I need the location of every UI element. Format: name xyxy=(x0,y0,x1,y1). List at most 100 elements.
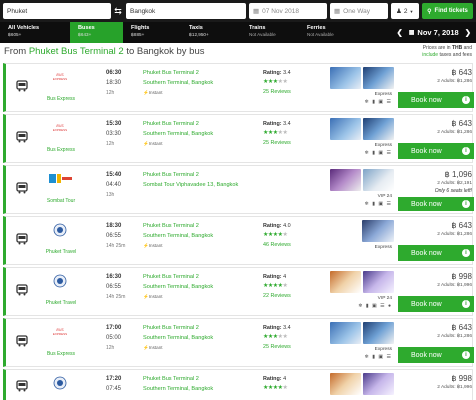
arrival-station-link[interactable]: Southern Terminal, Bangkok xyxy=(143,284,213,290)
instant-badge: ⚡Instant xyxy=(143,141,163,147)
arrival-time: 05:00 xyxy=(106,335,122,341)
duration: 12h xyxy=(106,90,115,96)
departure-station-link[interactable]: Phuket Bus Terminal 2 xyxy=(143,70,199,76)
departure-station-link[interactable]: Phuket Bus Terminal 2 xyxy=(143,172,199,178)
operator-name[interactable]: Bus Express xyxy=(44,96,78,102)
rating-value: 4.0 xyxy=(283,223,291,229)
bus-photo[interactable] xyxy=(363,322,394,344)
info-icon[interactable]: i xyxy=(462,200,470,208)
tab-flights[interactable]: Flights ฿885+ xyxy=(123,22,181,43)
info-icon[interactable]: i xyxy=(462,300,470,308)
swap-icon[interactable]: ⇆ xyxy=(111,3,125,19)
book-now-button[interactable]: Book now i xyxy=(398,143,474,159)
rating-label: Rating: xyxy=(263,376,282,382)
bus-photo[interactable] xyxy=(330,169,361,191)
bus-photos[interactable] xyxy=(330,169,394,191)
bus-photo[interactable] xyxy=(330,373,361,395)
bus-photo[interactable] xyxy=(330,322,361,344)
operator-name[interactable]: Phuket Travel xyxy=(44,300,78,306)
arrival-time: 07:45 xyxy=(106,386,122,392)
find-tickets-button[interactable]: ⚲ Find tickets xyxy=(422,3,473,19)
bus-photos[interactable] xyxy=(330,67,394,89)
arrival-station-link[interactable]: Southern Terminal, Bangkok xyxy=(143,131,213,137)
bus-photos[interactable] xyxy=(330,322,394,344)
info-icon[interactable]: i xyxy=(462,147,470,155)
operator-name[interactable]: Bus Express xyxy=(44,147,78,153)
destination-input[interactable]: Bangkok xyxy=(126,3,246,19)
result-row[interactable]: Phuket Travel 16:30 06:55 14h 25m Phuket… xyxy=(3,267,474,316)
bus-photos[interactable] xyxy=(330,118,394,140)
bus-photo[interactable] xyxy=(363,67,394,89)
bus-photo[interactable] xyxy=(363,271,394,293)
book-now-button[interactable]: Book now i xyxy=(398,197,474,211)
book-now-button[interactable]: Book now i xyxy=(398,347,474,363)
reviews-link[interactable]: 25 Reviews xyxy=(263,140,291,146)
result-row[interactable]: Sombat Tour 15:40 04:40 13h Phuket Bus T… xyxy=(3,165,474,214)
arrival-station-link[interactable]: Southern Terminal, Bangkok xyxy=(143,80,213,86)
bus-photo[interactable] xyxy=(363,373,394,395)
bus-photos[interactable] xyxy=(362,220,394,242)
next-date-chevron-icon[interactable]: ❯ xyxy=(459,28,476,37)
date-value: 07 Nov 2018 xyxy=(262,7,300,15)
tab-trains[interactable]: Trains Not Available xyxy=(241,22,299,43)
date-input[interactable]: ▦ 07 Nov 2018 xyxy=(249,3,327,19)
arrival-station-link[interactable]: Southern Terminal, Bangkok xyxy=(143,233,213,239)
bus-photo[interactable] xyxy=(363,118,394,140)
operator-name[interactable]: Bus Express xyxy=(44,351,78,357)
tab-label: Buses xyxy=(78,25,95,31)
arrival-station-link[interactable]: Southern Terminal, Bangkok xyxy=(143,335,213,341)
arrival-station-link[interactable]: Southern Terminal, Bangkok xyxy=(143,386,213,392)
reviews-link[interactable]: 25 Reviews xyxy=(263,344,291,350)
bus-photo[interactable] xyxy=(330,271,361,293)
info-icon[interactable]: i xyxy=(462,96,470,104)
passengers-select[interactable]: ♟ 2 ▼ xyxy=(391,3,419,19)
info-icon[interactable]: i xyxy=(462,249,470,257)
bus-photo[interactable] xyxy=(330,118,361,140)
reviews-link[interactable]: 25 Reviews xyxy=(263,89,291,95)
operator-name[interactable]: Sombat Tour xyxy=(44,198,78,204)
arrival-station-link[interactable]: Sombat Tour Viphavadee 13, Bangkok xyxy=(143,182,238,188)
book-now-button[interactable]: Book now i xyxy=(398,92,474,108)
departure-station-link[interactable]: Phuket Bus Terminal 2 xyxy=(143,376,199,382)
reviews-link[interactable]: 22 Reviews xyxy=(263,293,291,299)
tab-taxis[interactable]: Taxis ฿12,950+ xyxy=(181,22,241,43)
result-row[interactable]: BUS EXPRESS Bus Express 06:30 18:30 12h P… xyxy=(3,63,474,112)
departure-station-link[interactable]: Phuket Bus Terminal 2 xyxy=(143,121,199,127)
result-row[interactable]: BUS EXPRESS Bus Express 15:30 03:30 12h P… xyxy=(3,114,474,163)
tab-buses[interactable]: Buses ฿643+ xyxy=(70,22,123,43)
bus-class: Express xyxy=(374,245,392,250)
book-now-label: Book now xyxy=(411,96,442,104)
book-now-button[interactable]: Book now i xyxy=(398,296,474,312)
trip-type-select[interactable]: ▦ One Way xyxy=(330,3,388,19)
bus-photos[interactable] xyxy=(330,373,394,395)
result-row[interactable]: Phuket Travel 18:30 06:55 14h 25m Phuket… xyxy=(3,216,474,265)
reviews-link[interactable]: 46 Reviews xyxy=(263,242,291,248)
bus-photo[interactable] xyxy=(330,67,361,89)
departure-station-link[interactable]: Phuket Bus Terminal 2 xyxy=(143,325,199,331)
current-date[interactable]: Nov 7, 2018 xyxy=(417,28,458,37)
instant-badge: ⚡Instant xyxy=(143,294,163,300)
departure-time: 15:30 xyxy=(106,121,122,127)
rating-label: Rating: xyxy=(263,121,282,127)
book-now-label: Book now xyxy=(411,249,442,257)
bus-photo[interactable] xyxy=(363,169,394,191)
bus-photos[interactable] xyxy=(330,271,394,293)
tab-all-vehicles[interactable]: All Vehicles ฿605+ xyxy=(0,22,70,43)
route-origin-link[interactable]: Phuket Bus Terminal 2 xyxy=(29,46,124,57)
book-now-button[interactable]: Book now i xyxy=(398,245,474,261)
info-icon[interactable]: i xyxy=(462,351,470,359)
bus-photo[interactable] xyxy=(362,220,394,242)
prev-date-chevron-icon[interactable]: ❮ xyxy=(390,28,408,37)
result-row[interactable]: 17:20 07:45 Phuket Bus Terminal 2 Southe… xyxy=(3,369,473,400)
tab-ferries[interactable]: Ferries Not Available xyxy=(299,22,359,43)
origin-input[interactable]: Phuket xyxy=(3,3,111,19)
instant-label: Instant xyxy=(148,345,163,350)
operator-name[interactable]: Phuket Travel xyxy=(44,249,78,255)
rating-label: Rating: xyxy=(263,223,282,229)
result-row[interactable]: BUS EXPRESS Bus Express 17:00 05:00 12h P… xyxy=(3,318,474,367)
departure-time: 06:30 xyxy=(106,70,122,76)
departure-station-link[interactable]: Phuket Bus Terminal 2 xyxy=(143,223,199,229)
arrival-time: 04:40 xyxy=(106,182,122,188)
departure-station-link[interactable]: Phuket Bus Terminal 2 xyxy=(143,274,199,280)
rating: Rating: 3.4 xyxy=(263,70,291,76)
